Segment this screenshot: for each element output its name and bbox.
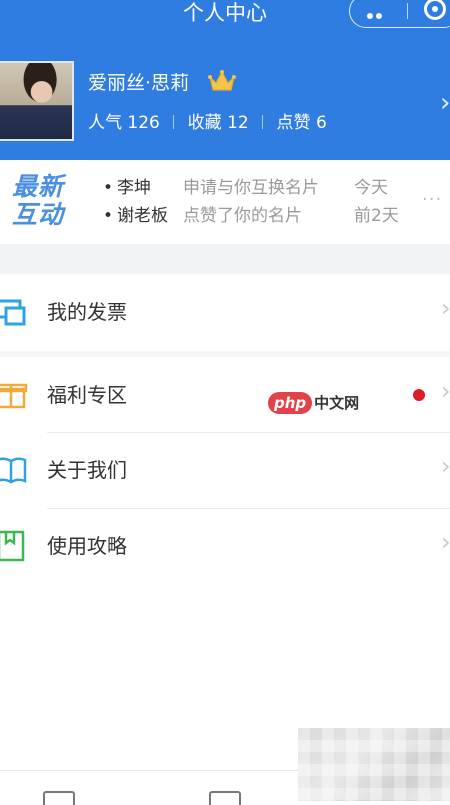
stat-divider bbox=[262, 115, 264, 129]
watermark-text: 中文网 bbox=[314, 394, 360, 412]
menu-item-about[interactable]: 关于我们 › bbox=[0, 433, 450, 509]
guide-icon bbox=[0, 530, 25, 562]
menu-item-label: 使用攻略 bbox=[47, 534, 127, 558]
site-watermark: php 中文网 bbox=[268, 392, 366, 418]
mini-program-capsule bbox=[349, 0, 450, 38]
badge-line-2: 互动 bbox=[12, 200, 65, 229]
favorites-label: 收藏 bbox=[187, 113, 222, 133]
chevron-right-icon[interactable]: › bbox=[440, 88, 450, 118]
interaction-action: 申请与你互换名片 bbox=[183, 178, 320, 198]
user-name: 爱丽丝·思莉 bbox=[88, 72, 190, 94]
blurred-region bbox=[298, 728, 450, 801]
stat-divider bbox=[173, 115, 175, 129]
menu-item-welfare[interactable]: 福利专区 › bbox=[0, 357, 450, 433]
menu-item-label: 我的发票 bbox=[47, 300, 127, 324]
profile-stats: 人气 126 收藏 12 点赞 6 bbox=[88, 111, 327, 135]
list-tab-icon[interactable] bbox=[209, 791, 241, 805]
popularity-value: 126 bbox=[127, 113, 160, 133]
profile-header[interactable]: 爱丽丝·思莉 人气 126 收藏 12 点赞 6 › bbox=[0, 30, 450, 160]
interaction-time: 今天 bbox=[354, 178, 388, 198]
bullet: • bbox=[103, 206, 114, 226]
book-icon bbox=[0, 457, 27, 484]
badge-line-1: 最新 bbox=[12, 172, 65, 201]
bullet: • bbox=[103, 178, 114, 198]
interaction-item[interactable]: • 谢老板 点赞了你的名片 bbox=[103, 204, 302, 228]
chevron-right-icon: › bbox=[441, 294, 450, 322]
card-tab-icon[interactable] bbox=[43, 791, 75, 805]
avatar[interactable] bbox=[0, 61, 74, 141]
chevron-right-icon: › bbox=[441, 528, 450, 556]
more-menu-icon[interactable] bbox=[367, 4, 393, 38]
favorites-value: 12 bbox=[227, 113, 249, 133]
section-gap bbox=[0, 244, 450, 274]
watermark-badge: php bbox=[268, 392, 313, 414]
crown-icon bbox=[208, 70, 236, 91]
navigation-bar: 个人中心 bbox=[0, 0, 450, 38]
notification-dot bbox=[413, 389, 425, 401]
close-target-icon[interactable] bbox=[424, 0, 446, 20]
chevron-right-icon: › bbox=[441, 452, 450, 480]
menu-item-guide[interactable]: 使用攻略 › bbox=[0, 509, 450, 585]
menu-item-label: 福利专区 bbox=[47, 383, 127, 407]
interaction-time: 前2天 bbox=[354, 206, 399, 226]
likes-label: 点赞 bbox=[276, 113, 311, 133]
interaction-item[interactable]: • 李坤 申请与你互换名片 bbox=[103, 176, 319, 200]
gift-icon bbox=[0, 383, 28, 409]
menu-item-invoice[interactable]: 我的发票 › bbox=[0, 274, 450, 350]
menu-item-label: 关于我们 bbox=[47, 458, 127, 482]
popularity-label: 人气 bbox=[88, 113, 122, 133]
interaction-user: 李坤 bbox=[117, 178, 152, 198]
latest-interactions[interactable]: 最新 互动 bbox=[0, 160, 450, 244]
chevron-right-icon: › bbox=[441, 377, 450, 405]
interaction-action: 点赞了你的名片 bbox=[183, 206, 303, 226]
likes-value: 6 bbox=[315, 113, 327, 133]
invoice-icon bbox=[0, 299, 26, 326]
interaction-user: 谢老板 bbox=[117, 206, 169, 226]
latest-interactions-badge: 最新 互动 bbox=[12, 173, 84, 233]
more-icon[interactable]: ··· bbox=[422, 189, 442, 210]
capsule-divider bbox=[407, 3, 408, 19]
